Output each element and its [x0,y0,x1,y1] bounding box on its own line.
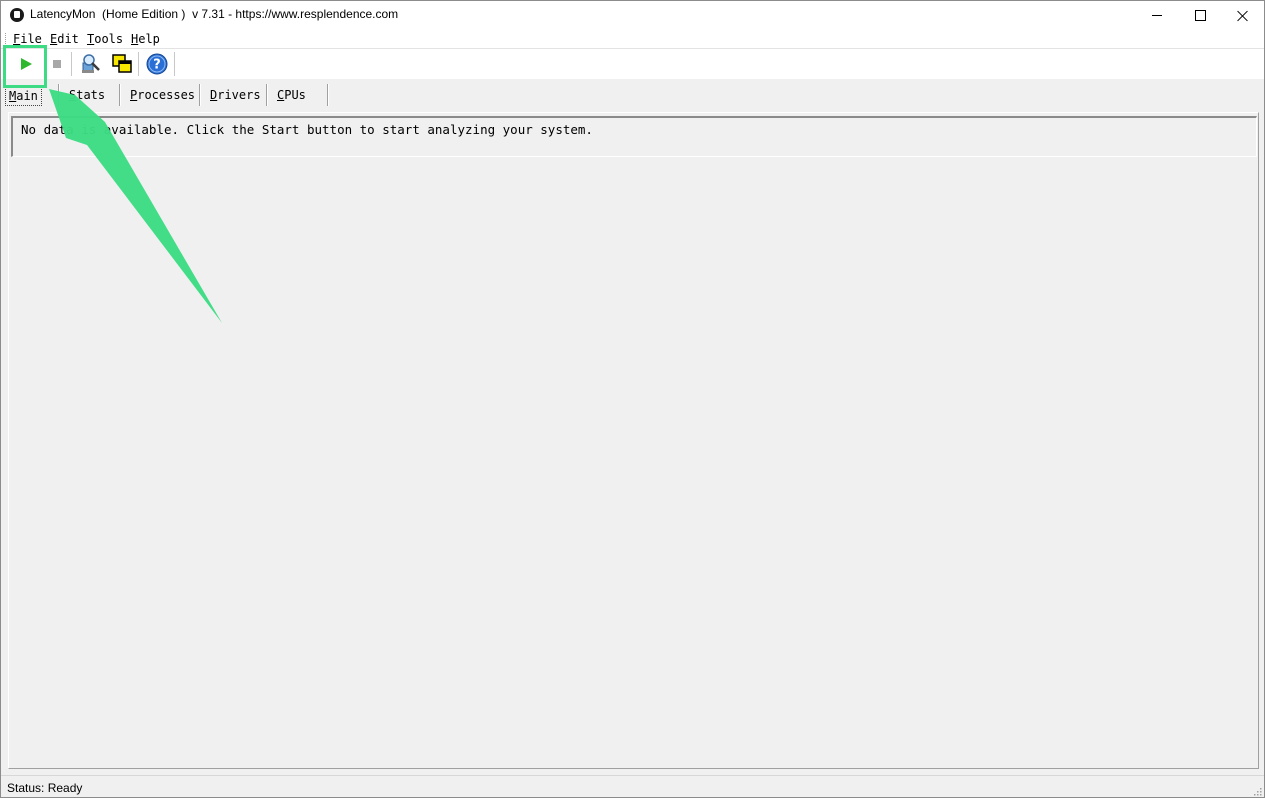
window-icon [112,54,132,73]
maximize-button[interactable] [1178,1,1222,30]
tab-divider [266,84,268,106]
main-panel: No data is available. Click the Start bu… [8,112,1259,769]
menu-edit[interactable]: Edit [50,32,79,46]
stop-icon [53,60,61,68]
menu-help[interactable]: Help [131,32,160,46]
tab-divider [119,84,121,106]
menu-edit-rest: dit [57,32,79,46]
window-button[interactable] [110,52,134,76]
tab-processes[interactable]: Processes [126,85,199,105]
tab-drivers[interactable]: Drivers [206,85,265,105]
tab-drivers-rest: rivers [217,88,261,102]
tab-divider [58,84,60,106]
menu-help-rest: elp [138,32,160,46]
app-icon [10,8,24,22]
tab-stats-rest: tats [76,88,106,102]
status-text: Status: Ready [7,781,83,795]
minimize-icon [1152,15,1162,16]
tab-stats[interactable]: Stats [65,85,109,105]
annotation-highlight-box [3,45,47,88]
toolbar: ? [1,48,1264,80]
tab-main[interactable]: Main [5,86,42,106]
tab-cpus-rest: PUs [284,88,306,102]
help-button[interactable]: ? [145,52,169,76]
close-icon [1237,10,1249,22]
tab-divider [199,84,201,106]
tab-divider [327,84,329,106]
tab-bar: Main Stats Processes Drivers CPUs [1,79,1264,111]
status-bar: Status: Ready [1,775,1264,797]
help-icon: ? [146,53,168,75]
menu-tools-rest: ools [94,32,124,46]
svg-text:?: ? [153,58,161,73]
magnifier-icon [82,54,100,73]
menu-bar: File Edit Tools Help [1,30,1264,48]
resize-grip-icon[interactable] [1252,786,1262,796]
stop-button[interactable] [45,52,69,76]
analyze-button[interactable] [79,52,103,76]
tab-processes-rest: rocesses [137,88,196,102]
message-box: No data is available. Click the Start bu… [11,116,1257,157]
toolbar-separator [71,52,73,76]
maximize-icon [1194,10,1206,21]
main-message: No data is available. Click the Start bu… [21,122,593,137]
toolbar-separator-2 [138,52,140,76]
toolbar-separator-3 [174,52,176,76]
menu-file[interactable]: File [13,32,42,46]
minimize-button[interactable] [1135,1,1179,30]
tab-main-rest: ain [16,89,38,103]
menu-tools[interactable]: Tools [87,32,123,46]
menu-file-rest: ile [20,32,42,46]
app-window: LatencyMon (Home Edition ) v 7.31 - http… [0,0,1265,798]
title-bar[interactable]: LatencyMon (Home Edition ) v 7.31 - http… [1,1,1264,30]
window-title: LatencyMon (Home Edition ) v 7.31 - http… [30,7,399,21]
tab-cpus[interactable]: CPUs [273,85,310,105]
close-button[interactable] [1221,1,1264,30]
